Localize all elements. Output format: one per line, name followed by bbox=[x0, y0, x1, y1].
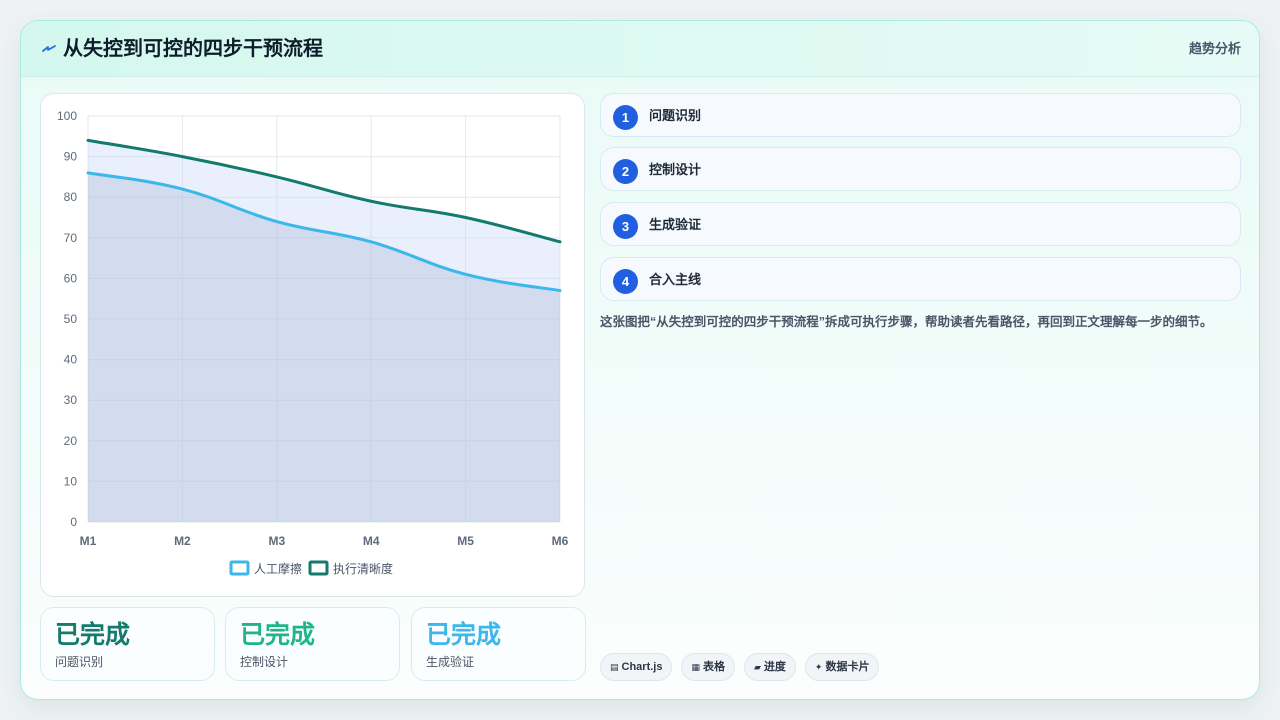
y-tick-label: 70 bbox=[64, 231, 78, 245]
y-tick-label: 80 bbox=[64, 190, 78, 204]
line-chart: 0 10 20 30 40 50 60 70 80 90 100 M1 M2 M3 M4 M5 M6 人工摩擦 执行… bbox=[57, 109, 569, 576]
step-number-badge: 1 bbox=[613, 105, 638, 130]
tag-list: ▤ Chart.js ▦ 表格 ▰ 进度 ✦ 数据卡片 bbox=[600, 653, 880, 681]
tag-chartjs[interactable]: ▤ Chart.js bbox=[600, 653, 673, 681]
y-tick-label: 50 bbox=[64, 312, 78, 326]
legend-label: 执行清晰度 bbox=[333, 561, 393, 576]
progress-icon: ▰ bbox=[754, 662, 761, 672]
x-tick-label: M6 bbox=[552, 534, 569, 548]
data-card-icon: ✦ bbox=[814, 662, 823, 672]
table-icon: ▦ bbox=[691, 662, 700, 672]
x-tick-label: M5 bbox=[457, 534, 474, 548]
step-label: 问题识别 bbox=[649, 108, 702, 123]
step-item-2[interactable]: 2 控制设计 bbox=[600, 147, 1241, 191]
y-tick-label: 100 bbox=[57, 109, 77, 123]
tag-label: 进度 bbox=[763, 661, 786, 673]
legend-label: 人工摩擦 bbox=[254, 561, 302, 576]
legend-swatch bbox=[229, 560, 250, 576]
y-tick-label: 60 bbox=[64, 271, 78, 285]
chart-icon: ▤ bbox=[610, 662, 619, 672]
step-item-1[interactable]: 1 问题识别 bbox=[600, 93, 1241, 137]
tag-label: 表格 bbox=[703, 661, 725, 673]
y-tick-label: 10 bbox=[64, 474, 78, 488]
main-card: 从失控到可控的四步干预流程 趋势分析 0 10 20 30 40 50 60 70 80 90 10… bbox=[20, 20, 1260, 700]
page-title: 从失控到可控的四步干预流程 bbox=[63, 38, 323, 60]
stat-card-2: 已完成 控制设计 bbox=[225, 607, 400, 681]
step-label: 生成验证 bbox=[649, 217, 702, 232]
y-tick-label: 30 bbox=[64, 393, 78, 407]
stat-card-1: 已完成 问题识别 bbox=[40, 607, 215, 681]
chart-card: 0 10 20 30 40 50 60 70 80 90 100 M1 M2 M3 M4 M5 M6 人工摩擦 执行… bbox=[40, 93, 585, 597]
tag-label: 数据卡片 bbox=[825, 661, 870, 673]
y-tick-label: 20 bbox=[64, 434, 78, 448]
step-number-badge: 3 bbox=[613, 214, 638, 239]
stat-value: 已完成 bbox=[240, 621, 316, 649]
tag-data-card[interactable]: ✦ 数据卡片 bbox=[804, 653, 880, 681]
y-tick-label: 90 bbox=[64, 150, 78, 164]
header-right-label: 趋势分析 bbox=[1188, 41, 1241, 56]
tag-label: Chart.js bbox=[621, 661, 663, 673]
x-tick-label: M4 bbox=[363, 534, 380, 548]
stat-label: 生成验证 bbox=[426, 655, 475, 669]
header: 从失控到可控的四步干预流程 趋势分析 bbox=[21, 21, 1259, 77]
x-tick-label: M3 bbox=[268, 534, 285, 548]
description-text: 这张图把“从失控到可控的四步干预流程”拆成可执行步骤，帮助读者先看路径，再回到正… bbox=[600, 315, 1213, 329]
tag-progress[interactable]: ▰ 进度 bbox=[744, 653, 796, 681]
step-number-badge: 2 bbox=[613, 159, 638, 184]
step-item-4[interactable]: 4 合入主线 bbox=[600, 257, 1241, 301]
stat-card-3: 已完成 生成验证 bbox=[411, 607, 586, 681]
stat-value: 已完成 bbox=[55, 621, 131, 649]
stat-label: 问题识别 bbox=[55, 655, 104, 669]
step-label: 控制设计 bbox=[649, 162, 702, 177]
stat-label: 控制设计 bbox=[240, 655, 289, 669]
step-label: 合入主线 bbox=[649, 272, 702, 287]
y-tick-label: 0 bbox=[70, 515, 77, 529]
legend-swatch bbox=[308, 560, 329, 576]
stat-value: 已完成 bbox=[426, 621, 502, 649]
tag-table[interactable]: ▦ 表格 bbox=[681, 653, 735, 681]
x-tick-label: M2 bbox=[174, 534, 191, 548]
lightning-icon bbox=[42, 45, 56, 52]
y-tick-label: 40 bbox=[64, 353, 78, 367]
x-tick-label: M1 bbox=[80, 534, 97, 548]
step-item-3[interactable]: 3 生成验证 bbox=[600, 202, 1241, 246]
step-number-badge: 4 bbox=[613, 269, 638, 294]
